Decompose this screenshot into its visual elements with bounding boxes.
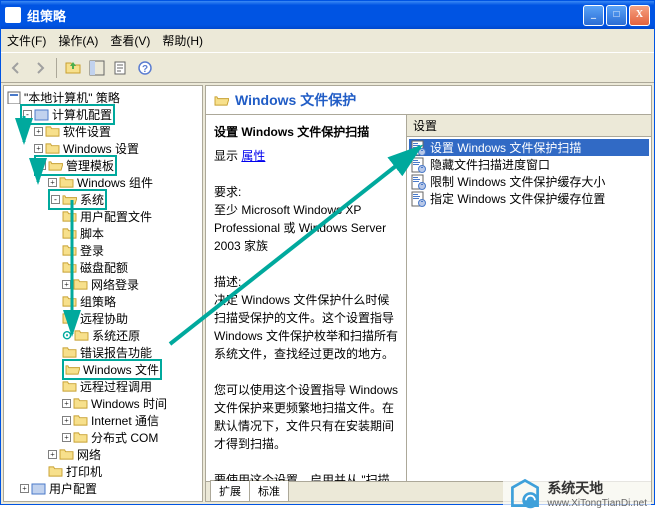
- expander-icon[interactable]: +: [62, 280, 71, 289]
- setting-icon: [411, 140, 426, 156]
- up-button[interactable]: [62, 57, 84, 79]
- description-pane: 设置 Windows 文件保护扫描 显示 属性 要求: 至少 Microsoft…: [206, 115, 406, 481]
- folder-icon: [214, 94, 229, 107]
- window-title: 组策略: [27, 6, 583, 25]
- app-icon: [5, 7, 21, 23]
- settings-list-pane: 设置 设置 Windows 文件保护扫描 隐藏文件扫描进度窗口 限制 Wi: [406, 115, 651, 481]
- expander-icon[interactable]: +: [34, 144, 43, 153]
- toolbar: ?: [1, 53, 654, 83]
- tree-item[interactable]: +Windows 时间: [6, 395, 200, 411]
- tree-computer-config[interactable]: -计算机配置: [6, 106, 200, 122]
- tree-software-settings[interactable]: +软件设置: [6, 123, 200, 139]
- expander-icon[interactable]: +: [20, 484, 29, 493]
- watermark: 系统天地 www.XiTongTianDi.net: [503, 473, 651, 513]
- details-header: Windows 文件保护: [206, 86, 651, 114]
- setting-item-selected[interactable]: 设置 Windows 文件保护扫描: [409, 139, 649, 156]
- main-window: 组策略 _ □ X 文件(F) 操作(A) 查看(V) 帮助(H) ? "本地计…: [0, 0, 655, 505]
- toolbar-separator: [56, 58, 57, 78]
- setting-item[interactable]: 限制 Windows 文件保护缓存大小: [409, 173, 649, 190]
- tree-item[interactable]: 用户配置文件: [6, 208, 200, 224]
- tree-admin-templates[interactable]: -管理模板: [6, 157, 200, 173]
- watermark-title: 系统天地: [547, 478, 647, 498]
- expander-icon[interactable]: -: [23, 110, 32, 119]
- setting-icon: [411, 174, 426, 190]
- watermark-url: www.XiTongTianDi.net: [547, 498, 647, 509]
- menu-file[interactable]: 文件(F): [7, 32, 46, 49]
- tree-item[interactable]: 登录: [6, 242, 200, 258]
- tree-item[interactable]: 远程协助: [6, 310, 200, 326]
- maximize-button[interactable]: □: [606, 5, 627, 26]
- tree-item[interactable]: +网络登录: [6, 276, 200, 292]
- tree-item[interactable]: ⊙系统还原: [6, 327, 200, 343]
- tree-item[interactable]: +分布式 COM: [6, 429, 200, 445]
- setting-name: 设置 Windows 文件保护扫描: [214, 123, 398, 141]
- back-button[interactable]: [5, 57, 27, 79]
- expander-icon[interactable]: +: [62, 433, 71, 442]
- properties-link[interactable]: 属性: [241, 149, 265, 163]
- close-button[interactable]: X: [629, 5, 650, 26]
- tree-item[interactable]: 脚本: [6, 225, 200, 241]
- menu-action[interactable]: 操作(A): [58, 32, 98, 49]
- properties-button[interactable]: [110, 57, 132, 79]
- menu-view[interactable]: 查看(V): [110, 32, 150, 49]
- tree-system[interactable]: -系统: [6, 191, 200, 207]
- expander-icon[interactable]: +: [48, 450, 57, 459]
- menubar: 文件(F) 操作(A) 查看(V) 帮助(H): [1, 29, 654, 53]
- tree-user-config[interactable]: +用户配置: [6, 480, 200, 496]
- expander-icon[interactable]: -: [37, 161, 46, 170]
- details-title: Windows 文件保护: [235, 90, 356, 110]
- titlebar[interactable]: 组策略 _ □ X: [1, 1, 654, 29]
- setting-item[interactable]: 指定 Windows 文件保护缓存位置: [409, 190, 649, 207]
- expander-icon[interactable]: -: [51, 195, 60, 204]
- tree-item[interactable]: 远程过程调用: [6, 378, 200, 394]
- expander-icon[interactable]: +: [62, 399, 71, 408]
- tab-extended[interactable]: 扩展: [210, 480, 250, 501]
- tree-item[interactable]: 组策略: [6, 293, 200, 309]
- minimize-button[interactable]: _: [583, 5, 604, 26]
- setting-icon: [411, 157, 426, 173]
- svg-text:?: ?: [142, 64, 148, 75]
- watermark-logo-icon: [507, 475, 543, 511]
- help-button[interactable]: ?: [134, 57, 156, 79]
- tree-item[interactable]: +Internet 通信: [6, 412, 200, 428]
- details-pane: Windows 文件保护 设置 Windows 文件保护扫描 显示 属性 要求:…: [205, 85, 652, 502]
- tree-pane[interactable]: "本地计算机" 策略 -计算机配置 +软件设置 +Windows 设置 -管理模…: [3, 85, 203, 502]
- list-column-header[interactable]: 设置: [407, 115, 651, 137]
- setting-icon: [411, 191, 426, 207]
- expander-icon[interactable]: +: [48, 178, 57, 187]
- tab-standard[interactable]: 标准: [249, 480, 289, 501]
- menu-help[interactable]: 帮助(H): [162, 32, 203, 49]
- tree-windows-file-protection[interactable]: Windows 文件: [6, 361, 200, 377]
- expander-icon[interactable]: +: [34, 127, 43, 136]
- tree-button[interactable]: [86, 57, 108, 79]
- expander-icon[interactable]: +: [62, 416, 71, 425]
- forward-button[interactable]: [29, 57, 51, 79]
- content-area: "本地计算机" 策略 -计算机配置 +软件设置 +Windows 设置 -管理模…: [1, 83, 654, 504]
- tree-item[interactable]: 磁盘配额: [6, 259, 200, 275]
- tree-printers[interactable]: 打印机: [6, 463, 200, 479]
- tree-network[interactable]: +网络: [6, 446, 200, 462]
- setting-item[interactable]: 隐藏文件扫描进度窗口: [409, 156, 649, 173]
